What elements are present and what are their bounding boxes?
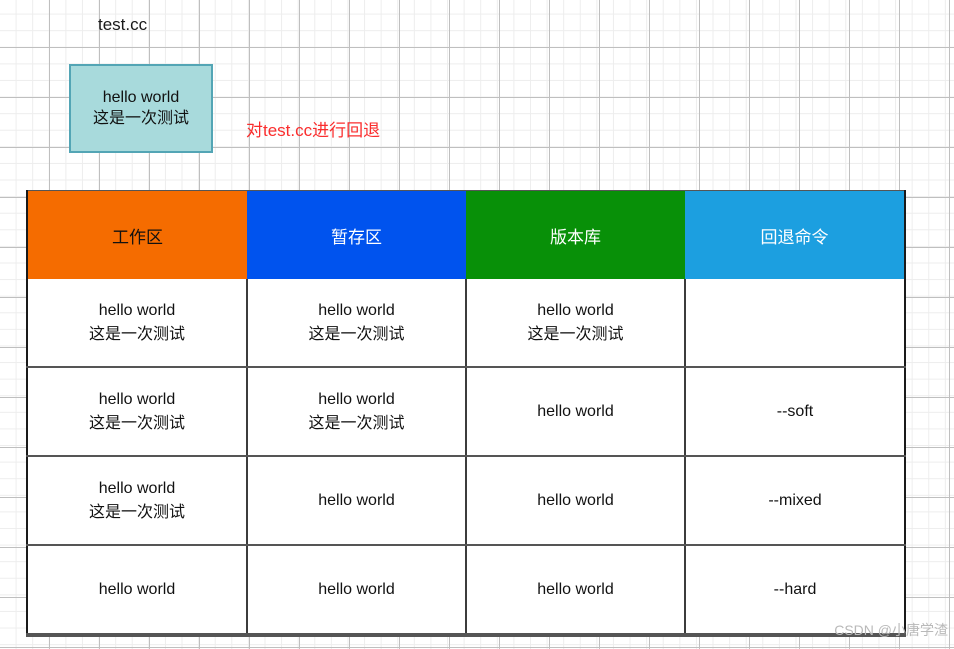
cell-line: hello world <box>537 580 614 598</box>
cell-repository: hello world 这是一次测试 <box>466 279 686 368</box>
cell-line: hello world <box>98 580 176 598</box>
file-box-line-2: 这是一次测试 <box>92 109 189 127</box>
cell-line: hello world <box>98 302 176 320</box>
table-header-row: 工作区 暂存区 版本库 回退命令 <box>27 190 905 279</box>
cell-command: --soft <box>685 367 905 457</box>
cell-line: 这是一次测试 <box>88 325 185 343</box>
file-name-label: test.cc <box>98 15 148 34</box>
table-row: hello world 这是一次测试 hello world hello world -… <box>27 456 905 546</box>
diagram-canvas: test.cc hello world 这是一次测试 对test.cc进行回退 … <box>0 0 954 649</box>
cell-line: 这是一次测试 <box>88 414 185 432</box>
cell-line: hello world <box>537 302 614 320</box>
cell-command: --mixed <box>685 456 905 546</box>
table-row: hello world 这是一次测试 hello world 这是一次测试 hello … <box>27 367 905 457</box>
column-header-command: 回退命令 <box>685 190 905 279</box>
cell-repository: hello world <box>466 456 686 546</box>
watermark-text: CSDN @小唐学渣 <box>834 622 948 638</box>
cell-line: hello world <box>98 480 176 498</box>
table-row: hello world hello world hello world --hard <box>27 545 905 635</box>
cell-line: hello world <box>318 302 395 320</box>
table-row: hello world 这是一次测试 hello world 这是一次测试 hello … <box>27 279 905 368</box>
column-header-workspace: 工作区 <box>27 190 247 279</box>
cell-staging: hello world 这是一次测试 <box>247 279 467 368</box>
file-box-line-1: hello world <box>102 88 180 106</box>
cell-line: hello world <box>98 391 176 409</box>
cell-repository: hello world <box>466 545 686 635</box>
table-body: hello world 这是一次测试 hello world 这是一次测试 hello … <box>27 279 905 635</box>
cell-line: hello world <box>318 391 395 409</box>
cell-line: --mixed <box>768 491 822 509</box>
cell-workspace: hello world 这是一次测试 <box>27 279 248 368</box>
annotation-text: 对test.cc进行回退 <box>246 121 381 140</box>
git-reset-table: 工作区 暂存区 版本库 回退命令 hello world 这是一次测试 hello … <box>26 190 906 637</box>
column-header-staging: 暂存区 <box>247 190 466 279</box>
cell-line: 这是一次测试 <box>527 325 624 343</box>
cell-line: 这是一次测试 <box>308 325 405 343</box>
cell-staging: hello world <box>247 456 467 546</box>
cell-workspace: hello world 这是一次测试 <box>27 367 248 457</box>
cell-line: hello world <box>537 491 614 509</box>
cell-workspace: hello world 这是一次测试 <box>27 456 248 546</box>
cell-line: hello world <box>318 491 395 509</box>
cell-command <box>685 279 905 368</box>
cell-line: 这是一次测试 <box>88 503 185 521</box>
cell-repository: hello world <box>466 367 686 457</box>
cell-workspace: hello world <box>27 545 248 635</box>
cell-staging: hello world <box>247 545 467 635</box>
table-header: 工作区 暂存区 版本库 回退命令 <box>27 190 905 279</box>
cell-line: hello world <box>537 402 614 420</box>
column-header-repository: 版本库 <box>466 190 685 279</box>
cell-staging: hello world 这是一次测试 <box>247 367 467 457</box>
file-content-box: hello world 这是一次测试 <box>69 64 213 153</box>
cell-line: hello world <box>318 580 395 598</box>
cell-line: --hard <box>773 580 817 598</box>
cell-line: 这是一次测试 <box>308 414 405 432</box>
cell-line: --soft <box>776 402 814 420</box>
